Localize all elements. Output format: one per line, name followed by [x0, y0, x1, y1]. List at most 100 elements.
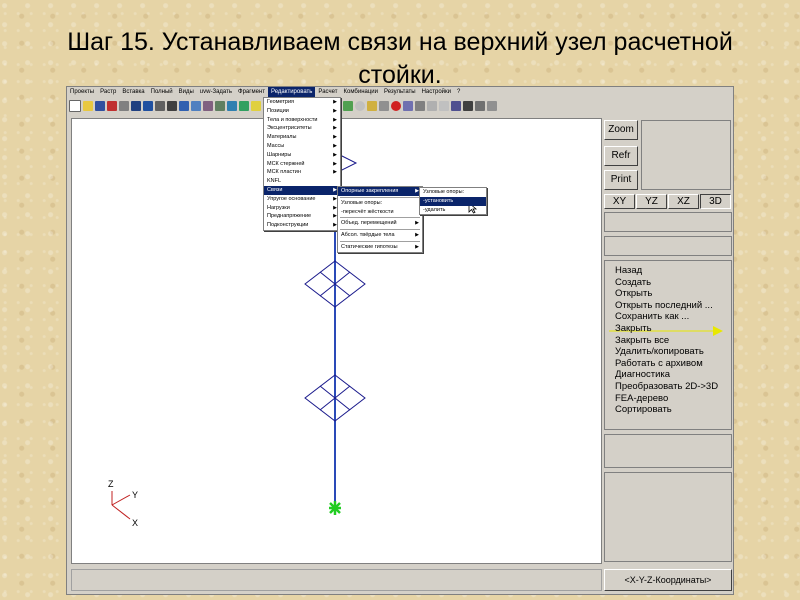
- menu-item-10[interactable]: Результаты: [381, 87, 419, 97]
- submenu-arrow-icon: ▶: [333, 160, 337, 167]
- paint-icon[interactable]: [239, 101, 249, 111]
- menu-item-1[interactable]: Растр: [97, 87, 119, 97]
- menu-item-7[interactable]: Редактировать: [267, 87, 316, 97]
- menu-item-0[interactable]: Проекты: [67, 87, 97, 97]
- print-button[interactable]: Print: [604, 170, 638, 190]
- links-submenu-item-2[interactable]: -пересчёт жёсткости: [338, 208, 422, 217]
- window-icon[interactable]: [427, 101, 437, 111]
- zoom-button[interactable]: Zoom: [604, 120, 638, 140]
- display-icon[interactable]: [143, 101, 153, 111]
- layers-icon[interactable]: [227, 101, 237, 111]
- refr-button[interactable]: Refr: [604, 146, 638, 166]
- view-yz-button[interactable]: YZ: [636, 194, 667, 209]
- info-icon[interactable]: [355, 101, 365, 111]
- edit-menu-item-5[interactable]: Массы ▶: [264, 142, 340, 151]
- stop-icon[interactable]: [391, 101, 401, 111]
- delete-icon[interactable]: [107, 101, 117, 111]
- menu-item-8[interactable]: Расчет: [315, 87, 340, 97]
- command-10[interactable]: Преобразовать 2D->3D: [615, 381, 718, 393]
- table-icon[interactable]: [191, 101, 201, 111]
- edit-menu-item-3[interactable]: Эксцентриситеты ▶: [264, 124, 340, 133]
- edit-menu-item-4[interactable]: Материалы ▶: [264, 133, 340, 142]
- links-submenu-item-5[interactable]: Статические гипотезы ▶: [338, 243, 422, 252]
- result-icon[interactable]: [403, 101, 413, 111]
- menu-item-5[interactable]: uvw-Задать: [197, 87, 235, 97]
- edit-menu-item-11[interactable]: Упругое основание ▶: [264, 195, 340, 204]
- edit-menu-item-0[interactable]: Геометрия ▶: [264, 98, 340, 107]
- command-8[interactable]: Работать с архивом: [615, 358, 703, 370]
- filter-icon[interactable]: [367, 101, 377, 111]
- command-12[interactable]: Сортировать: [615, 404, 672, 416]
- view-xz-button[interactable]: XZ: [668, 194, 699, 209]
- coordinates-button[interactable]: <X-Y-Z-Координаты>: [604, 569, 732, 591]
- new-file-icon[interactable]: [69, 100, 81, 112]
- menu-item-label: Тела и поверхности: [267, 116, 318, 123]
- menu-item-label: Материалы: [267, 134, 297, 141]
- edit-menu-item-1[interactable]: Позиции ▶: [264, 107, 340, 116]
- frame-icon[interactable]: [475, 101, 485, 111]
- command-9[interactable]: Диагностика: [615, 369, 670, 381]
- supports-submenu-item-0[interactable]: Узловые опоры:: [420, 188, 486, 197]
- monitor-icon[interactable]: [131, 101, 141, 111]
- menu-item-label: МСК стержней: [267, 160, 305, 167]
- graph-icon[interactable]: [343, 101, 353, 111]
- move-icon[interactable]: [415, 101, 425, 111]
- menu-item-4[interactable]: Виды: [176, 87, 197, 97]
- mesh-icon[interactable]: [451, 101, 461, 111]
- command-7[interactable]: Удалить/копировать: [615, 346, 704, 358]
- tools-icon[interactable]: [119, 101, 129, 111]
- bulb-icon[interactable]: [251, 101, 261, 111]
- menu-item-9[interactable]: Комбинации: [341, 87, 381, 97]
- submenu-arrow-icon: ▶: [333, 169, 337, 176]
- menu-item-label: Статические гипотезы: [341, 243, 398, 250]
- edit-menu-item-8[interactable]: МСК пластин ▶: [264, 168, 340, 177]
- supports-submenu-item-1[interactable]: -установить: [420, 196, 486, 206]
- supports-submenu-item-2[interactable]: -удалить: [420, 206, 486, 215]
- view-xy-button[interactable]: XY: [604, 194, 635, 209]
- edit-menu-item-10[interactable]: Связи ▶: [264, 185, 340, 195]
- edit-menu-item-14[interactable]: Подконструкции ▶: [264, 221, 340, 230]
- save-icon[interactable]: [95, 101, 105, 111]
- command-2[interactable]: Открыть: [615, 288, 652, 300]
- edit-menu-item-9[interactable]: KNFL: [264, 177, 340, 186]
- command-0[interactable]: Назад: [615, 265, 642, 277]
- view-3d-button[interactable]: 3D: [700, 194, 731, 209]
- menu-item-12[interactable]: ?: [454, 87, 463, 97]
- more-icon[interactable]: [487, 101, 497, 111]
- tool-icon[interactable]: [167, 101, 177, 111]
- zoom-icon[interactable]: [439, 101, 449, 111]
- edit-menu-item-6[interactable]: Шарниры ▶: [264, 151, 340, 160]
- links-submenu-item-3[interactable]: Объед. перемещений ▶: [338, 219, 422, 228]
- command-4[interactable]: Сохранить как ...: [615, 311, 689, 323]
- toolbar: [67, 98, 733, 114]
- menu-item-6[interactable]: Фрагмент: [235, 87, 268, 97]
- command-11[interactable]: FEA-дерево: [615, 393, 668, 405]
- command-6[interactable]: Закрыть все: [615, 335, 669, 347]
- axis-z-label: Z: [108, 479, 114, 489]
- command-3[interactable]: Открыть последний ...: [615, 300, 713, 312]
- preview-box: [641, 120, 731, 190]
- edit-menu-item-12[interactable]: Нагрузки ▶: [264, 204, 340, 213]
- rotate-icon[interactable]: [379, 101, 389, 111]
- command-1[interactable]: Создать: [615, 277, 651, 289]
- arrow-icon[interactable]: [463, 101, 473, 111]
- panel-field-1: [604, 212, 732, 232]
- submenu-arrow-icon: ▶: [333, 134, 337, 141]
- edit-menu-item-7[interactable]: МСК стержней ▶: [264, 160, 340, 169]
- edit-menu-item-13[interactable]: Преднапряжение ▶: [264, 212, 340, 221]
- slide-title: Шаг 15. Устанавливаем связи на верхний у…: [67, 28, 733, 89]
- links-submenu-item-1[interactable]: Узловые опоры:: [338, 199, 422, 208]
- matrix-icon[interactable]: [203, 101, 213, 111]
- command-5[interactable]: Закрыть: [615, 323, 652, 335]
- copy-icon[interactable]: [155, 101, 165, 111]
- links-submenu-item-4[interactable]: Абсол. твёрдые тела ▶: [338, 231, 422, 240]
- menu-item-2[interactable]: Вставка: [119, 87, 147, 97]
- menu-item-3[interactable]: Полный: [148, 87, 176, 97]
- node-icon[interactable]: [215, 101, 225, 111]
- grid-icon[interactable]: [179, 101, 189, 111]
- menubar: Проекты Растр Вставка Полный Виды uvw-Задать Ф…: [67, 87, 733, 97]
- edit-menu-item-2[interactable]: Тела и поверхности ▶: [264, 116, 340, 125]
- links-submenu-item-0[interactable]: Опорные закрепления ▶: [338, 187, 422, 196]
- menu-item-11[interactable]: Настройки: [419, 87, 454, 97]
- open-folder-icon[interactable]: [83, 101, 93, 111]
